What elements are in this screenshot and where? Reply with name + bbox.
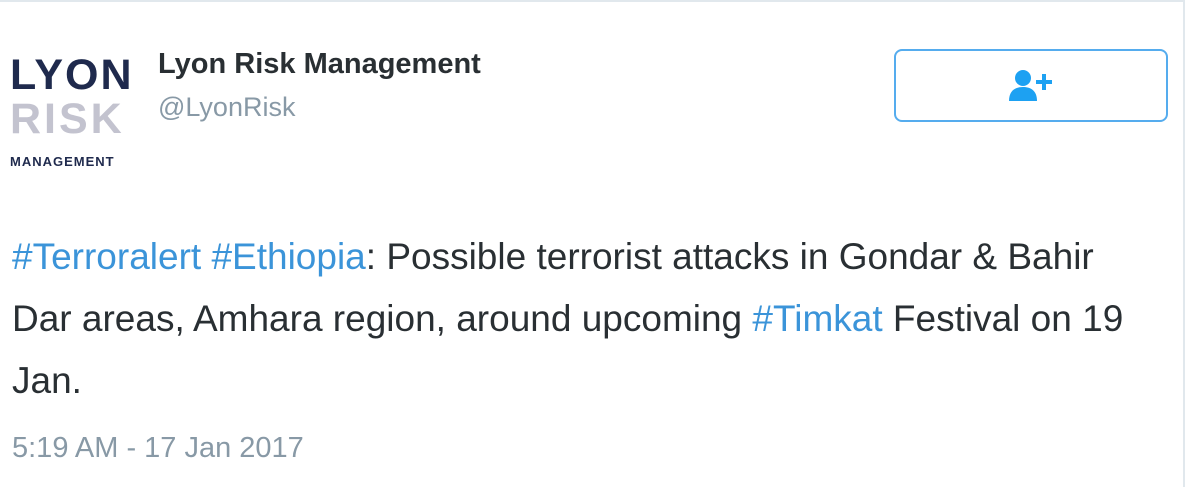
hashtag-link[interactable]: #Ethiopia xyxy=(211,236,365,277)
add-user-icon xyxy=(1009,69,1052,101)
tweet-card: LYON RISK MANAGEMENT Lyon Risk Managemen… xyxy=(0,0,1185,487)
account-avatar[interactable]: LYON RISK MANAGEMENT xyxy=(10,54,145,174)
account-handle[interactable]: @LyonRisk xyxy=(158,92,295,123)
tweet-timestamp[interactable]: 5:19 AM - 17 Jan 2017 xyxy=(12,432,304,465)
tweet-text: #Terroralert #Ethiopia: Possible terrori… xyxy=(12,226,1162,412)
account-name[interactable]: Lyon Risk Management xyxy=(158,48,481,81)
hashtag-link[interactable]: #Timkat xyxy=(752,298,882,339)
hashtag-link[interactable]: #Terroralert xyxy=(12,236,201,277)
logo-text-risk: RISK xyxy=(10,95,125,143)
follow-button[interactable] xyxy=(894,49,1168,122)
logo-text-management: MANAGEMENT xyxy=(10,154,115,169)
logo-text-lyon: LYON xyxy=(10,51,134,99)
tweet-text-space xyxy=(201,236,211,277)
